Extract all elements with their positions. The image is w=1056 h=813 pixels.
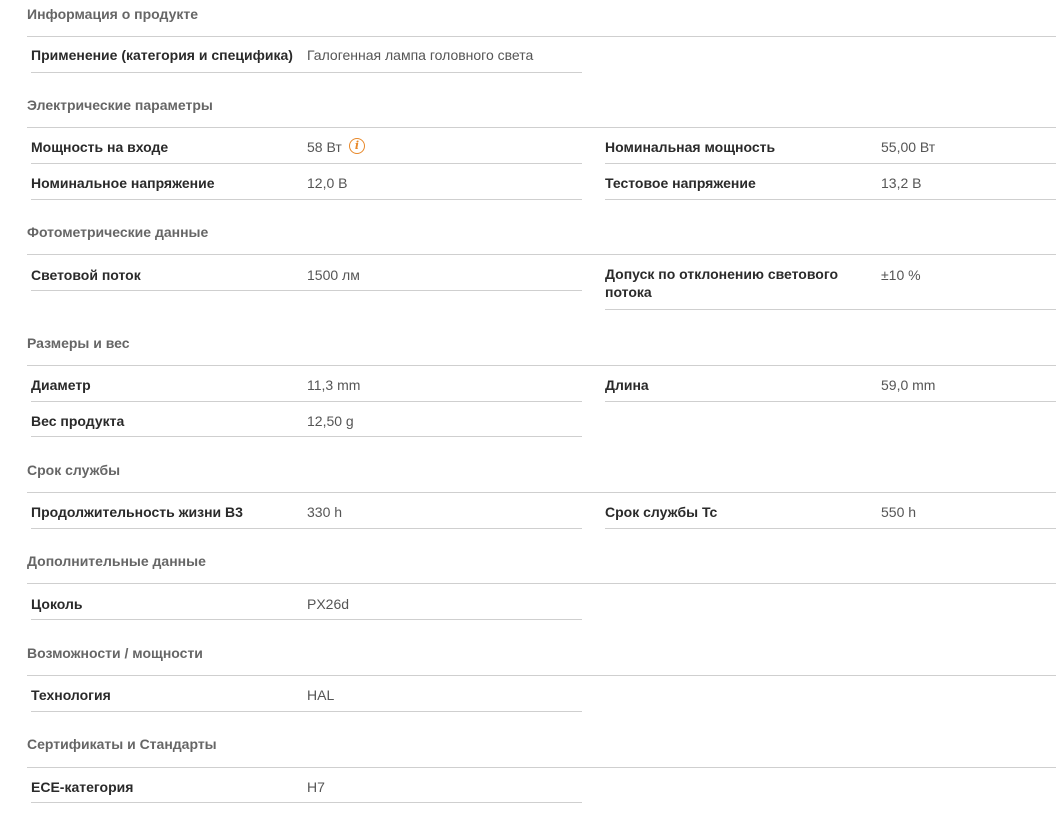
spec-label-ece-category: ECE-категория (31, 779, 134, 795)
row-divider (31, 802, 582, 803)
row-divider (31, 199, 582, 200)
section-title-certificates: Сертификаты и Стандарты (27, 736, 217, 752)
row-divider (31, 401, 582, 402)
section-divider (27, 36, 1056, 37)
spec-label-life-tc: Срок службы Tc (605, 504, 718, 520)
spec-value-test-voltage: 13,2 В (881, 175, 922, 191)
spec-value-life-tc: 550 h (881, 504, 917, 520)
spec-value-nominal-power: 55,00 Вт (881, 139, 936, 155)
spec-value-life-b3: 330 h (307, 504, 343, 520)
spec-value-base: PX26d (307, 596, 350, 612)
spec-value-application: Галогенная лампа головного света (307, 47, 534, 63)
spec-label-flux-tolerance: Допуск по отклонению светового потока (605, 266, 839, 300)
section-title-additional: Дополнительные данные (27, 553, 206, 569)
section-divider (27, 492, 1056, 493)
spec-label-base: Цоколь (31, 596, 83, 612)
section-divider (27, 365, 1056, 366)
section-divider (27, 127, 1056, 128)
spec-value-diameter: 11,3 mm (307, 377, 361, 393)
section-title-lifetime: Срок службы (27, 462, 121, 478)
row-divider (31, 619, 582, 620)
section-title-capabilities: Возможности / мощности (27, 645, 203, 661)
row-divider (605, 163, 1056, 164)
spec-label-input-power: Мощность на входе (31, 139, 169, 155)
section-title-product-info: Информация о продукте (27, 6, 199, 22)
section-divider (27, 583, 1056, 584)
info-icon[interactable]: i (349, 138, 365, 154)
spec-label-application: Применение (категория и специфика) (31, 47, 293, 63)
spec-value-technology: HAL (307, 687, 335, 703)
row-divider (605, 309, 1056, 310)
spec-value-length: 59,0 mm (881, 377, 936, 393)
spec-label-luminous-flux: Световой поток (31, 267, 141, 283)
row-divider (605, 528, 1056, 529)
spec-label-nominal-power: Номинальная мощность (605, 139, 776, 155)
spec-value-weight: 12,50 g (307, 413, 354, 429)
section-divider (27, 767, 1056, 768)
spec-label-test-voltage: Тестовое напряжение (605, 175, 756, 191)
spec-label-length: Длина (605, 377, 649, 393)
spec-label-nominal-voltage: Номинальное напряжение (31, 175, 215, 191)
section-divider (27, 254, 1056, 255)
section-divider (27, 675, 1056, 676)
spec-label-life-b3: Продолжительность жизни B3 (31, 504, 243, 520)
section-title-photometric: Фотометрические данные (27, 224, 209, 240)
spec-value-nominal-voltage: 12,0 В (307, 175, 348, 191)
row-divider (605, 199, 1056, 200)
row-divider (31, 290, 582, 291)
spec-label-weight: Вес продукта (31, 413, 125, 429)
row-divider (31, 436, 582, 437)
row-divider (31, 711, 582, 712)
row-divider (31, 528, 582, 529)
spec-value-flux-tolerance: ±10 % (881, 267, 921, 283)
spec-value-luminous-flux: 1500 лм (307, 267, 360, 283)
row-divider (605, 401, 1056, 402)
spec-value-input-power: 58 Вт (307, 139, 342, 155)
spec-label-diameter: Диаметр (31, 377, 91, 393)
row-divider (31, 72, 582, 73)
row-divider (31, 163, 582, 164)
section-title-electrical: Электрические параметры (27, 97, 213, 113)
section-title-dimensions: Размеры и вес (27, 335, 130, 351)
spec-value-ece-category: H7 (307, 779, 325, 795)
spec-label-technology: Технология (31, 687, 111, 703)
